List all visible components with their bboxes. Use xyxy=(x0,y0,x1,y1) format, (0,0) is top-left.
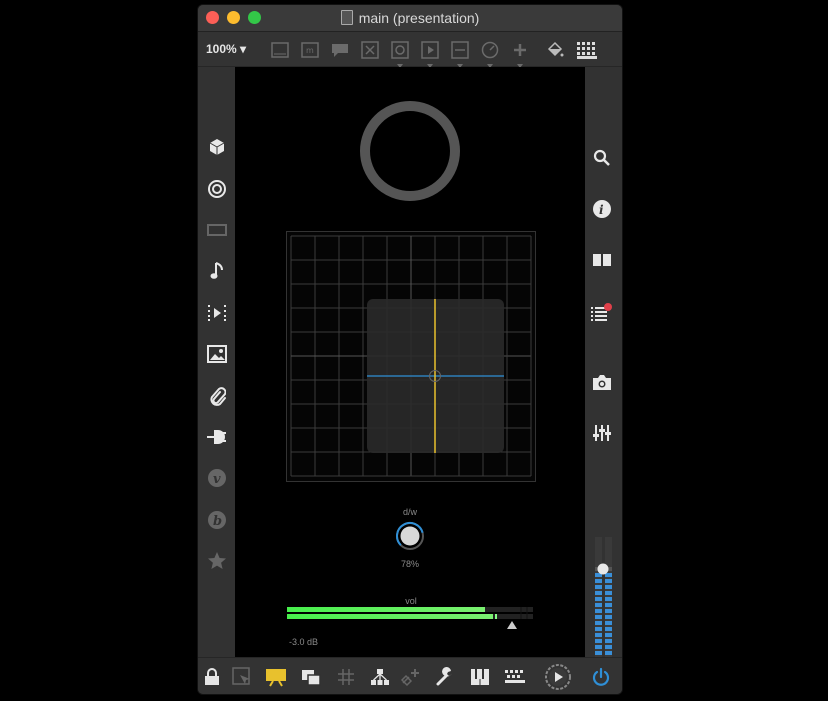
play-frames-icon[interactable] xyxy=(204,300,230,326)
dial-icon[interactable] xyxy=(479,39,501,68)
camera-icon[interactable] xyxy=(589,369,615,395)
wrench-icon[interactable] xyxy=(433,665,457,689)
vol-label: vol xyxy=(405,596,417,606)
svg-text:v: v xyxy=(213,472,221,487)
add-object-icon[interactable] xyxy=(509,39,531,68)
cube-icon[interactable] xyxy=(204,134,230,160)
message-box-icon[interactable]: m xyxy=(299,39,321,61)
left-sidebar: v b xyxy=(198,67,235,657)
display-icon[interactable] xyxy=(204,217,230,243)
title-bar: main (presentation) xyxy=(198,5,622,32)
search-icon[interactable] xyxy=(589,145,615,171)
music-note-icon[interactable] xyxy=(204,258,230,284)
power-icon[interactable] xyxy=(589,665,613,689)
xy-pad-grid xyxy=(290,235,532,477)
window-stack-icon[interactable] xyxy=(299,665,323,689)
vol-slider[interactable] xyxy=(287,607,535,637)
edit-mode-icon[interactable] xyxy=(230,665,254,689)
grid-palette-icon[interactable] xyxy=(576,39,598,61)
piano-icon[interactable] xyxy=(468,665,492,689)
window-title: main (presentation) xyxy=(198,10,622,26)
paint-bucket-icon[interactable] xyxy=(544,39,566,61)
patcher-canvas[interactable]: d/w 78% vol -3.0 dB xyxy=(235,67,585,657)
book-icon[interactable] xyxy=(589,247,615,273)
right-sidebar: i xyxy=(585,67,622,657)
svg-text:i: i xyxy=(599,203,604,217)
drywet-knob[interactable] xyxy=(395,521,425,551)
playbar-icon[interactable] xyxy=(419,39,441,68)
presentation-icon[interactable] xyxy=(264,665,288,689)
app-window: main (presentation) 100% ▾ m v b d/w 78%… xyxy=(198,5,622,694)
toggle-icon[interactable] xyxy=(359,39,381,61)
svg-text:b: b xyxy=(213,514,222,529)
zoom-dropdown[interactable]: 100% ▾ xyxy=(206,42,246,56)
vol-value: -3.0 dB xyxy=(289,637,319,647)
info-icon[interactable]: i xyxy=(589,196,615,222)
top-toolbar: 100% ▾ m xyxy=(198,32,622,68)
v-circle-icon[interactable]: v xyxy=(204,465,230,491)
drywet-value: 78% xyxy=(400,559,419,569)
play-icon[interactable] xyxy=(544,663,572,691)
drywet-label: d/w xyxy=(402,507,417,517)
image-icon[interactable] xyxy=(204,341,230,367)
document-icon xyxy=(340,10,353,25)
target-icon[interactable] xyxy=(204,176,230,202)
mixer-sliders-icon[interactable] xyxy=(589,420,615,446)
list-notification-icon[interactable] xyxy=(589,299,615,325)
star-icon[interactable] xyxy=(204,548,230,574)
paperclip-icon[interactable] xyxy=(204,383,230,409)
slider-object-icon[interactable] xyxy=(449,39,471,68)
bottom-toolbar xyxy=(198,657,622,694)
xy-pad[interactable] xyxy=(286,231,536,482)
plug-icon[interactable] xyxy=(204,424,230,450)
svg-text:m: m xyxy=(306,46,314,55)
add-link-icon[interactable] xyxy=(399,665,423,689)
b-circle-icon[interactable]: b xyxy=(204,507,230,533)
output-level-meter[interactable] xyxy=(594,537,616,657)
hierarchy-icon[interactable] xyxy=(368,665,392,689)
speech-bubble-icon[interactable] xyxy=(329,39,351,61)
lock-icon[interactable] xyxy=(200,665,224,689)
ring-dial[interactable] xyxy=(360,101,460,201)
grid-icon[interactable] xyxy=(334,665,358,689)
button-object-icon[interactable] xyxy=(389,39,411,68)
comment-box-icon[interactable] xyxy=(269,39,291,61)
keyboard-icon[interactable] xyxy=(503,665,527,689)
